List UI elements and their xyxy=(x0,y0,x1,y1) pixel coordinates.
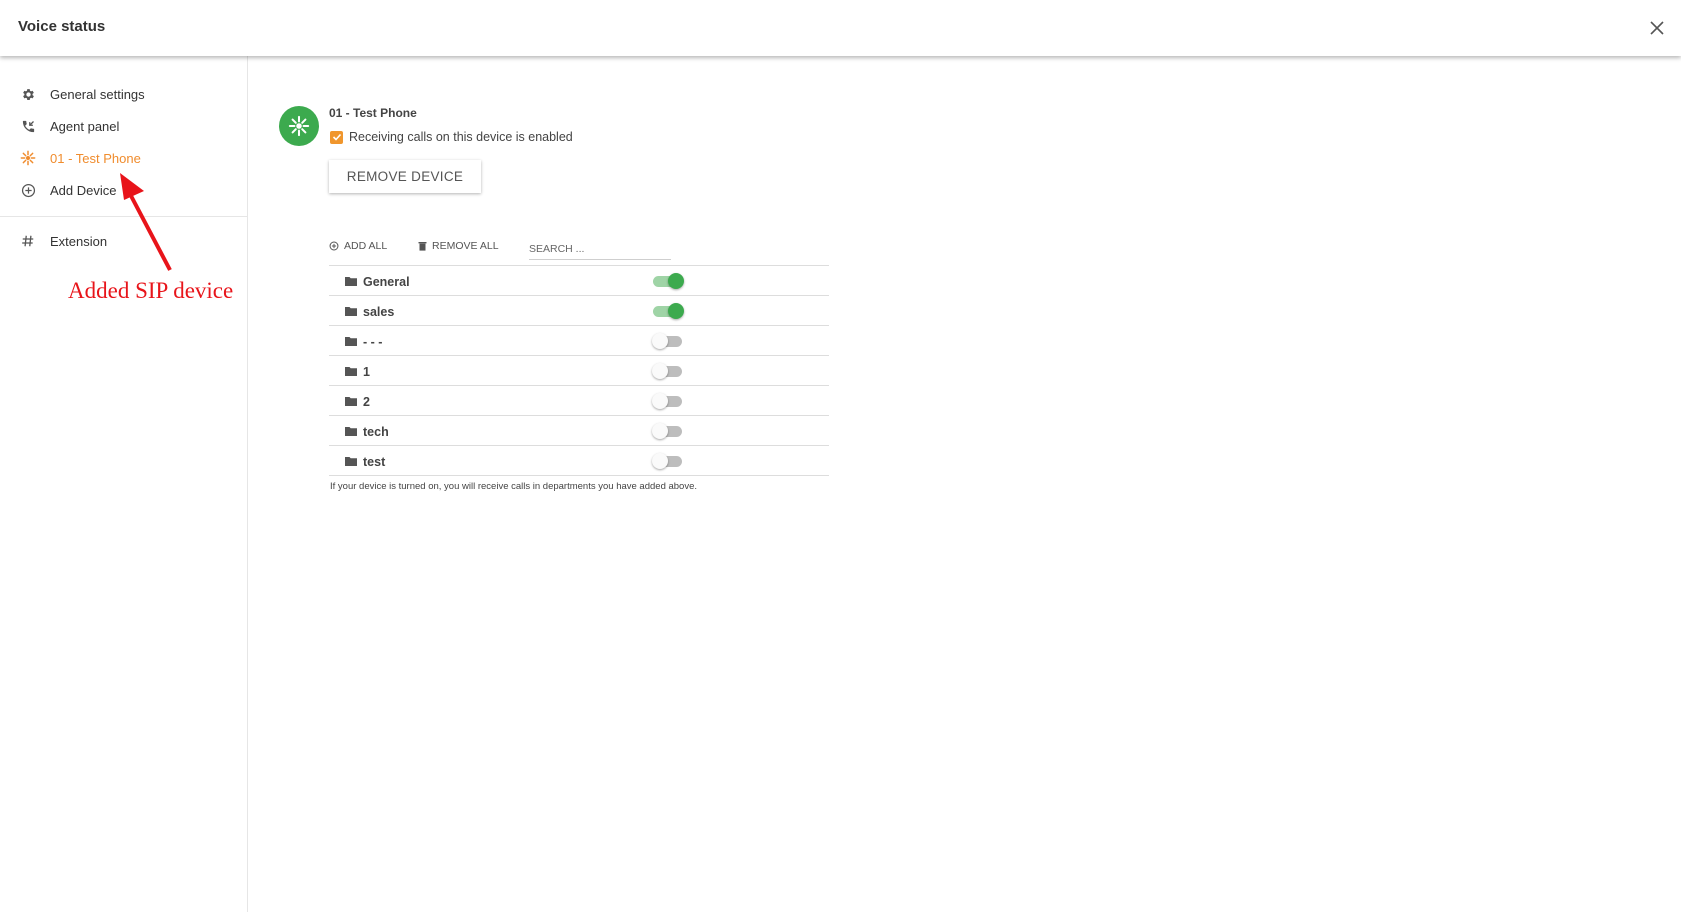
folder-icon xyxy=(345,337,357,346)
department-name: test xyxy=(363,455,386,469)
department-name: - - - xyxy=(363,335,383,349)
phone-incoming-icon xyxy=(19,117,37,135)
department-row: 1 xyxy=(329,356,829,386)
folder-icon xyxy=(345,457,357,466)
folder-icon xyxy=(345,397,357,406)
department-name: 1 xyxy=(363,365,370,379)
department-toggle[interactable] xyxy=(652,303,684,319)
department-list: General sales - - - 1 2 tech test xyxy=(329,265,829,476)
close-button[interactable] xyxy=(1643,14,1671,42)
department-toggle[interactable] xyxy=(652,333,684,349)
department-toggle[interactable] xyxy=(652,423,684,439)
device-avatar xyxy=(279,106,319,146)
sip-device-icon xyxy=(19,149,37,167)
sidebar-item-label: General settings xyxy=(50,86,145,102)
dialog-title: Voice status xyxy=(18,18,106,35)
department-search-input[interactable] xyxy=(529,238,671,260)
device-enabled-checkbox[interactable] xyxy=(330,130,343,144)
remove-device-button[interactable]: REMOVE DEVICE xyxy=(329,160,481,193)
add-all-label: ADD ALL xyxy=(344,240,388,252)
sidebar-item-label: Extension xyxy=(50,233,108,249)
department-row: General xyxy=(329,266,829,296)
department-name: sales xyxy=(363,305,395,319)
trash-icon xyxy=(418,241,427,251)
department-row: tech xyxy=(329,416,829,446)
annotation-arrow-icon xyxy=(120,173,172,271)
department-row: test xyxy=(329,446,829,476)
device-enabled-row: Receiving calls on this device is enable… xyxy=(330,130,573,144)
sidebar-item-agent-panel[interactable]: Agent panel xyxy=(0,110,247,142)
close-icon xyxy=(1650,21,1664,35)
sidebar-item-label: 01 - Test Phone xyxy=(50,150,141,166)
sip-device-icon xyxy=(288,115,310,137)
department-toggle[interactable] xyxy=(652,363,684,379)
department-name: 2 xyxy=(363,395,370,409)
device-enabled-label: Receiving calls on this device is enable… xyxy=(349,130,573,144)
sidebar-item-general-settings[interactable]: General settings xyxy=(0,78,247,110)
department-row: sales xyxy=(329,296,829,326)
dialog-header: Voice status xyxy=(0,0,1681,56)
remove-all-label: REMOVE ALL xyxy=(432,240,499,252)
annotation-label: Added SIP device xyxy=(68,278,234,303)
department-toggle[interactable] xyxy=(652,273,684,289)
department-row: 2 xyxy=(329,386,829,416)
folder-icon xyxy=(345,307,357,316)
device-name: 01 - Test Phone xyxy=(329,106,417,120)
sidebar-item-label: Agent panel xyxy=(50,118,120,134)
department-name: General xyxy=(363,275,410,289)
folder-icon xyxy=(345,427,357,436)
hash-icon xyxy=(19,232,37,250)
add-all-button[interactable]: ADD ALL xyxy=(329,240,387,252)
plus-circle-icon xyxy=(19,181,37,199)
departments-footnote: If your device is turned on, you will re… xyxy=(330,481,698,492)
department-row: - - - xyxy=(329,326,829,356)
folder-icon xyxy=(345,277,357,286)
remove-all-button[interactable]: REMOVE ALL xyxy=(418,240,499,252)
plus-circle-icon xyxy=(329,241,339,251)
department-name: tech xyxy=(363,425,389,439)
gear-icon xyxy=(19,85,37,103)
check-icon xyxy=(332,133,341,141)
department-toggle[interactable] xyxy=(652,453,684,469)
folder-icon xyxy=(345,367,357,376)
departments-toolbar: ADD ALL REMOVE ALL xyxy=(329,238,829,264)
sidebar-item-label: Add Device xyxy=(50,182,117,198)
department-toggle[interactable] xyxy=(652,393,684,409)
